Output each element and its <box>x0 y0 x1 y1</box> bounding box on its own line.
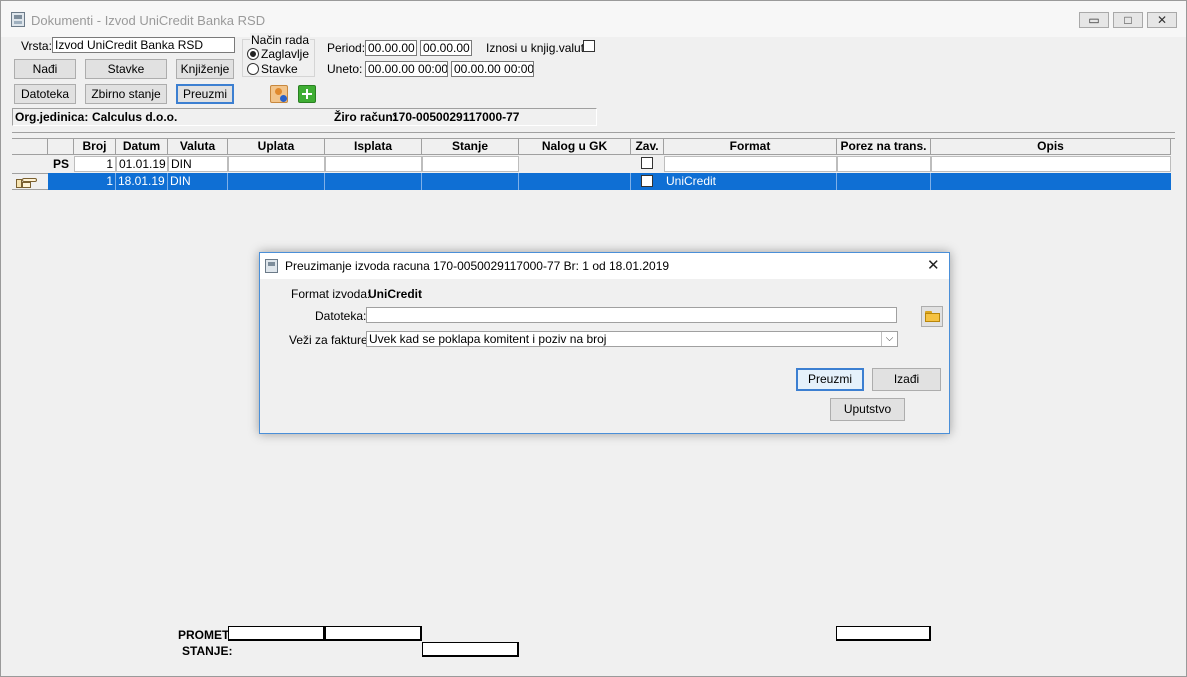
close-button[interactable]: ✕ <box>1147 12 1177 28</box>
grid-top-line <box>12 132 1175 133</box>
cell-datum[interactable]: 01.01.19 <box>116 156 168 172</box>
col-header-isplata[interactable]: Isplata <box>325 139 422 155</box>
dialog-title-bar: Preuzimanje izvoda racuna 170-0050029117… <box>260 253 949 279</box>
dialog-izadji-button[interactable]: Izađi <box>872 368 941 391</box>
cell-opis[interactable] <box>931 156 1171 172</box>
col-header-porez[interactable]: Porez na trans. <box>837 139 931 155</box>
format-izvoda-value: UniCredit <box>368 287 422 301</box>
app-icon <box>11 12 25 27</box>
col-header-format[interactable]: Format <box>664 139 837 155</box>
cell-opis[interactable] <box>931 173 1171 190</box>
period-label: Period: <box>327 41 366 55</box>
cell-valuta[interactable]: DIN <box>168 173 228 190</box>
cell-format[interactable]: UniCredit <box>664 173 837 190</box>
cell-zav-checkbox[interactable] <box>641 175 653 187</box>
cell-broj[interactable]: 1 <box>74 156 116 172</box>
cell-broj[interactable]: 1 <box>74 173 116 190</box>
dialog-preuzmi-button[interactable]: Preuzmi <box>796 368 864 391</box>
radio-stavke-label: Stavke <box>261 62 298 76</box>
dialog-app-icon <box>265 259 278 273</box>
org-value: Calculus d.o.o. <box>92 110 178 124</box>
nacin-rada-label: Način rada <box>250 33 311 47</box>
format-izvoda-label: Format izvoda: <box>291 287 371 301</box>
nadji-button[interactable]: Nađi <box>14 59 76 79</box>
zbirno-stanje-button[interactable]: Zbirno stanje <box>85 84 167 104</box>
dialog-title: Preuzimanje izvoda racuna 170-0050029117… <box>285 259 670 273</box>
col-header-broj[interactable]: Broj <box>74 139 116 155</box>
grid-header-marker <box>48 139 74 155</box>
folder-icon <box>925 311 940 322</box>
cell-stanje[interactable] <box>422 173 519 190</box>
info-dot-shape <box>280 95 287 102</box>
radio-stavke[interactable] <box>247 63 259 75</box>
col-header-nalog[interactable]: Nalog u GK <box>519 139 631 155</box>
preuzimanje-dialog: Preuzimanje izvoda racuna 170-0050029117… <box>259 252 950 434</box>
cell-isplata[interactable] <box>325 156 422 172</box>
ziro-label: Žiro račun: <box>334 110 397 124</box>
cell-stanje[interactable] <box>422 156 519 172</box>
browse-folder-button[interactable] <box>921 306 943 327</box>
vrsta-label: Vrsta: <box>21 39 52 53</box>
radio-zaglavlje[interactable] <box>247 48 259 60</box>
datoteka-button[interactable]: Datoteka <box>14 84 76 104</box>
uneto-from-input[interactable]: 00.00.00 00:00 <box>365 61 448 77</box>
stavke-button[interactable]: Stavke <box>85 59 167 79</box>
vezi-za-fakture-select[interactable]: Uvek kad se poklapa komitent i poziv na … <box>366 331 898 347</box>
chevron-down-icon[interactable]: ⌵ <box>881 332 897 346</box>
stanje-total <box>422 642 519 657</box>
grid-header-indicator <box>12 139 48 155</box>
cell-nalog[interactable] <box>519 173 631 190</box>
preuzmi-button[interactable]: Preuzmi <box>176 84 234 104</box>
cell-format[interactable] <box>664 156 837 172</box>
folder-body-shape <box>925 313 940 322</box>
cell-porez[interactable] <box>837 173 931 190</box>
col-header-valuta[interactable]: Valuta <box>168 139 228 155</box>
knjizenje-button[interactable]: Knjiženje <box>176 59 234 79</box>
title-bar: Dokumenti - Izvod UniCredit Banka RSD ▭ … <box>1 1 1186 37</box>
user-info-icon[interactable] <box>270 85 288 103</box>
promet-label: PROMET: <box>178 628 232 642</box>
cell-zav-checkbox[interactable] <box>641 157 653 169</box>
promet-isplata <box>325 626 422 641</box>
col-header-zav[interactable]: Zav. <box>631 139 664 155</box>
uneto-label: Uneto: <box>327 62 363 76</box>
period-to-input[interactable]: 00.00.00 <box>420 40 472 56</box>
cell-uplata[interactable] <box>228 173 325 190</box>
radio-zaglavlje-label: Zaglavlje <box>261 47 310 61</box>
datoteka-label: Datoteka: <box>315 309 367 323</box>
cell-isplata[interactable] <box>325 173 422 190</box>
info-bar: Org.jedinica: Calculus d.o.o. Žiro račun… <box>12 108 597 126</box>
col-header-datum[interactable]: Datum <box>116 139 168 155</box>
row-indicator-cell <box>12 173 48 190</box>
col-header-opis[interactable]: Opis <box>931 139 1171 155</box>
add-icon-v <box>306 89 308 99</box>
user-head-shape <box>275 88 282 95</box>
cell-datum[interactable]: 18.01.19 <box>116 173 168 190</box>
uneto-to-input[interactable]: 00.00.00 00:00 <box>451 61 534 77</box>
col-header-uplata[interactable]: Uplata <box>228 139 325 155</box>
org-label: Org.jedinica: <box>15 110 89 124</box>
promet-uplata <box>228 626 325 641</box>
vrsta-input[interactable]: Izvod UniCredit Banka RSD <box>52 37 235 53</box>
dialog-close-button[interactable]: ✕ <box>927 256 940 274</box>
iznosi-checkbox[interactable] <box>583 40 595 52</box>
ziro-value: 170-0050029117000-77 <box>392 110 520 124</box>
vezi-selected-value: Uvek kad se poklapa komitent i poziv na … <box>369 332 607 346</box>
row-marker: PS <box>53 157 70 171</box>
cell-valuta[interactable]: DIN <box>168 156 228 172</box>
minimize-button[interactable]: ▭ <box>1079 12 1109 28</box>
stanje-label: STANJE: <box>182 644 233 658</box>
datoteka-input[interactable] <box>366 307 897 323</box>
dialog-uputstvo-button[interactable]: Uputstvo <box>830 398 905 421</box>
period-from-input[interactable]: 00.00.00 <box>365 40 417 56</box>
col-header-stanje[interactable]: Stanje <box>422 139 519 155</box>
window-title: Dokumenti - Izvod UniCredit Banka RSD <box>31 13 266 28</box>
promet-porez <box>836 626 931 641</box>
vezi-za-fakture-label: Veži za fakture: <box>289 333 372 347</box>
iznosi-label: Iznosi u knjig.valuti: <box>486 41 591 55</box>
maximize-button[interactable]: □ <box>1113 12 1143 28</box>
cell-uplata[interactable] <box>228 156 325 172</box>
add-icon[interactable] <box>298 85 316 103</box>
cell-porez[interactable] <box>837 156 931 172</box>
